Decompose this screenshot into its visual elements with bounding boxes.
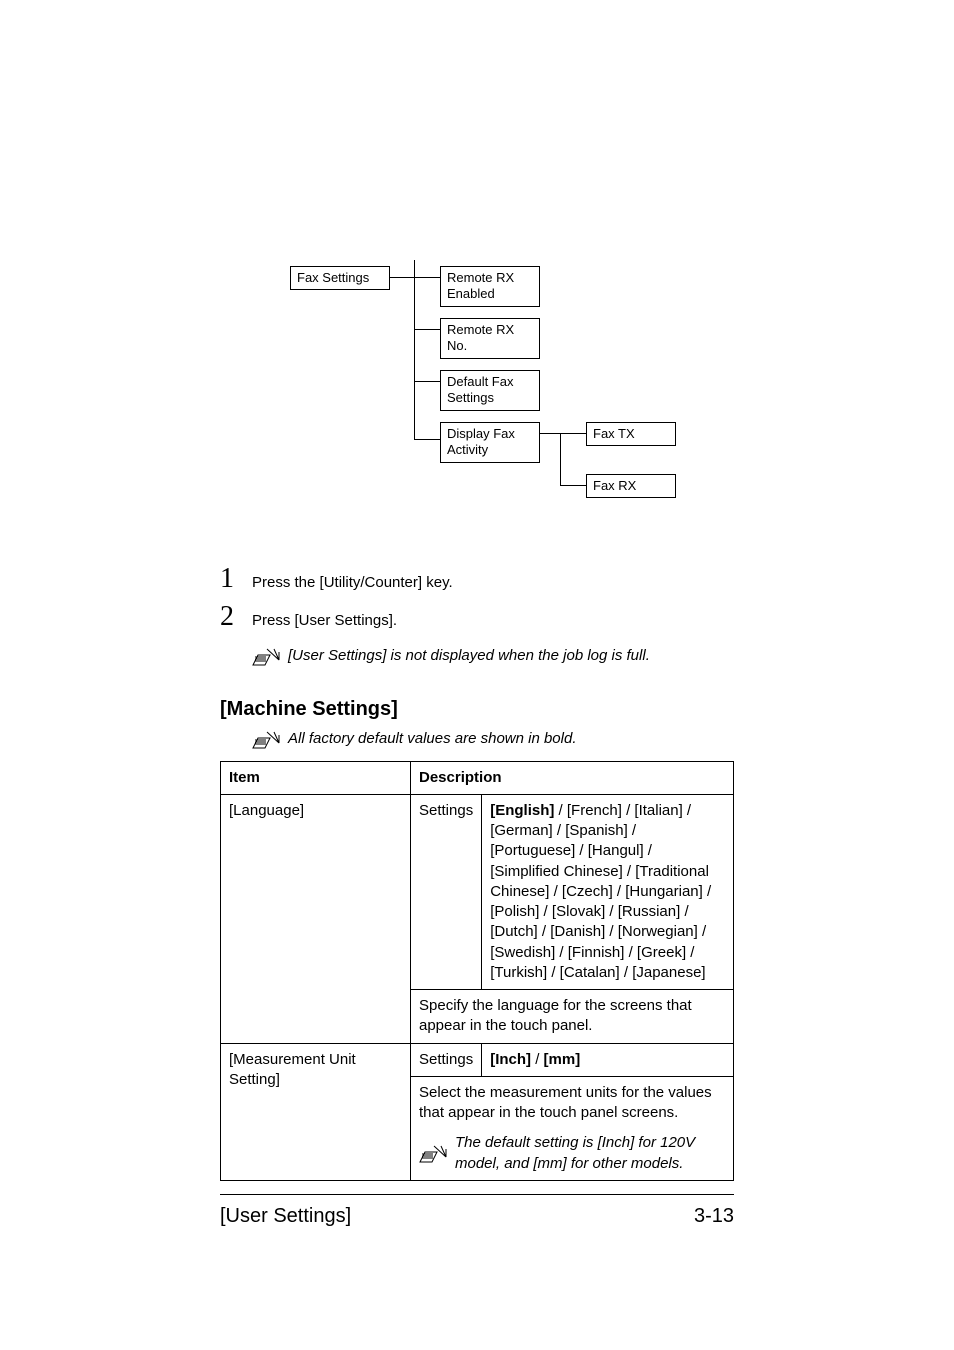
step-2: 2 Press [User Settings].	[220, 598, 734, 636]
settings-table: Item Description [Language] Settings [En…	[220, 761, 734, 1181]
footer-left: [User Settings]	[220, 1203, 351, 1230]
flow-box-fax-rx: Fax RX	[586, 474, 676, 498]
table-header-row: Item Description	[221, 761, 734, 794]
bold-default: [English]	[490, 802, 554, 819]
cell-description: Select the measurement units for the val…	[411, 1076, 734, 1180]
note-text: All factory default values are shown in …	[288, 729, 577, 749]
note-text: The default setting is [Inch] for 120V m…	[455, 1133, 725, 1174]
settings-rest: / [French] / [Italian] / [German] / [Spa…	[490, 802, 711, 981]
step-1: 1 Press the [Utility/Counter] key.	[220, 560, 734, 598]
step-number: 2	[220, 598, 252, 636]
step-text: Press [User Settings].	[252, 611, 397, 631]
steps: 1 Press the [Utility/Counter] key. 2 Pre…	[220, 560, 734, 668]
step-number: 1	[220, 560, 252, 598]
desc-text: Select the measurement units for the val…	[419, 1083, 725, 1124]
step-text: Press the [Utility/Counter] key.	[252, 573, 453, 593]
cell-settings-label: Settings	[411, 794, 482, 989]
note-row: The default setting is [Inch] for 120V m…	[419, 1133, 725, 1174]
flow-box-display-fax-activity: Display Fax Activity	[440, 422, 540, 463]
cell-description: Specify the language for the screens tha…	[411, 990, 734, 1044]
table-row: [Measurement Unit Setting] Settings [Inc…	[221, 1043, 734, 1076]
note-row: All factory default values are shown in …	[252, 729, 734, 751]
flowchart: Fax Settings Remote RX Enabled Remote RX…	[290, 260, 734, 520]
bold-default: [Inch]	[490, 1051, 531, 1068]
col-item: Item	[221, 761, 411, 794]
flow-box-default-fax-settings: Default Fax Settings	[440, 370, 540, 411]
flow-box-fax-tx: Fax TX	[586, 422, 676, 446]
note-row: [User Settings] is not displayed when th…	[252, 646, 734, 668]
cell-settings-value: [Inch] / [mm]	[482, 1043, 734, 1076]
note-icon	[252, 729, 280, 751]
note-icon	[419, 1143, 447, 1165]
cell-settings-label: Settings	[411, 1043, 482, 1076]
cell-settings-value: [English] / [French] / [Italian] / [Germ…	[482, 794, 734, 989]
footer-right: 3-13	[694, 1203, 734, 1230]
note-icon	[252, 646, 280, 668]
page-footer: [User Settings] 3-13	[220, 1194, 734, 1230]
flow-box-remote-rx-enabled: Remote RX Enabled	[440, 266, 540, 307]
cell-item-language: [Language]	[221, 794, 411, 1043]
flow-box-fax-settings: Fax Settings	[290, 266, 390, 290]
col-description: Description	[411, 761, 734, 794]
table-row: [Language] Settings [English] / [French]…	[221, 794, 734, 989]
bold-default: [mm]	[544, 1051, 581, 1068]
settings-mid: /	[531, 1051, 544, 1068]
flow-box-remote-rx-no: Remote RX No.	[440, 318, 540, 359]
cell-item-measurement: [Measurement Unit Setting]	[221, 1043, 411, 1180]
note-text: [User Settings] is not displayed when th…	[288, 646, 650, 666]
section-heading-machine-settings: [Machine Settings]	[220, 696, 734, 723]
